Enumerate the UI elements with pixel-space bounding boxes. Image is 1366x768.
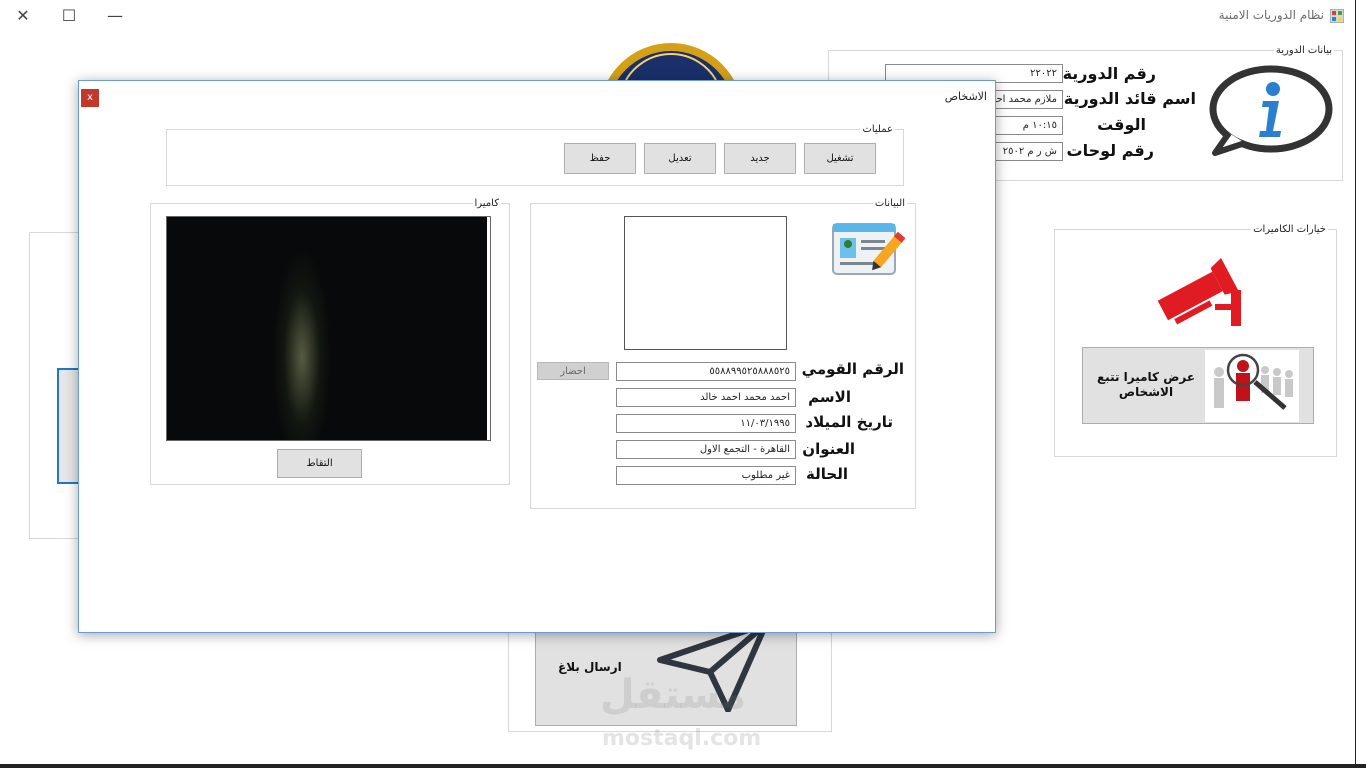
camera-options-panel: خيارات الكاميرات عرض كاميرا تتبع الاشخاص — [1054, 224, 1337, 457]
info-icon — [1209, 65, 1333, 156]
name-label: الاسم — [808, 388, 851, 406]
name-field[interactable]: احمد محمد احمد خالد — [616, 388, 796, 407]
edit-button[interactable]: تعديل — [644, 143, 716, 174]
data-group: البيانات احضار الرقم القومي ٥٥٨٨٩٩٥٢٥٨٨٨… — [530, 198, 916, 509]
id-card-edit-icon — [832, 223, 905, 275]
person-tracking-icon — [1205, 350, 1299, 422]
new-button[interactable]: جديد — [724, 143, 796, 174]
plates-label: رقم لوحات — [1066, 141, 1154, 160]
camera-feed-edge — [487, 217, 490, 440]
run-button[interactable]: تشغيل — [804, 143, 876, 174]
camera-feed — [166, 216, 491, 441]
tracking-camera-button[interactable]: عرض كاميرا تتبع الاشخاص — [1082, 347, 1314, 424]
dialog-title: الاشخاص — [944, 90, 987, 103]
national-id-label: الرقم القومي — [801, 360, 904, 378]
address-label: العنوان — [802, 440, 855, 458]
patrol-number-label: رقم الدورية — [1062, 64, 1156, 83]
dialog-close-button[interactable]: x — [81, 89, 99, 107]
camera-group: كاميرا التقاط — [150, 198, 510, 485]
persons-dialog: x الاشخاص عمليات تشغيل جديد تعديل حفظ ال… — [78, 80, 996, 633]
patrol-panel-title: بيانات الدورية — [1273, 45, 1334, 56]
taskbar-edge — [0, 764, 1366, 768]
operations-title: عمليات — [860, 124, 895, 135]
status-label: الحالة — [806, 465, 848, 483]
camera-options-title: خيارات الكاميرات — [1251, 224, 1328, 235]
address-field[interactable]: القاهرة - التجمع الاول — [616, 440, 796, 459]
watermark-latin: mostaql.com — [602, 726, 762, 751]
window-title: نظام الدوريات الامنية — [1218, 8, 1324, 22]
data-group-title: البيانات — [872, 198, 907, 209]
birth-date-field[interactable]: ١١/٠٣/١٩٩٥ — [616, 414, 796, 433]
watermark-arabic: مستقل — [600, 672, 747, 718]
operations-group: عمليات تشغيل جديد تعديل حفظ — [166, 124, 904, 186]
close-window-button[interactable]: ✕ — [12, 6, 34, 26]
security-logo — [606, 43, 736, 84]
status-field[interactable]: غير مطلوب — [616, 466, 796, 485]
maximize-window-button[interactable]: ☐ — [58, 6, 80, 26]
app-icon — [1330, 9, 1344, 23]
birth-date-label: تاريخ الميلاد — [805, 413, 893, 431]
minimize-window-button[interactable]: — — [104, 6, 126, 26]
security-camera-icon — [1157, 258, 1241, 326]
tracking-camera-button-label: عرض كاميرا تتبع الاشخاص — [1096, 370, 1196, 399]
save-button[interactable]: حفظ — [564, 143, 636, 174]
person-photo-box — [624, 216, 787, 350]
capture-button[interactable]: التقاط — [277, 449, 362, 478]
leader-label: اسم قائد الدورية — [1063, 89, 1196, 108]
fetch-button[interactable]: احضار — [537, 362, 609, 380]
camera-group-title: كاميرا — [472, 198, 501, 209]
time-label: الوقت — [1097, 115, 1146, 134]
national-id-field[interactable]: ٥٥٨٨٩٩٥٢٥٨٨٨٥٢٥ — [616, 362, 796, 381]
window-right-border — [1355, 0, 1356, 768]
